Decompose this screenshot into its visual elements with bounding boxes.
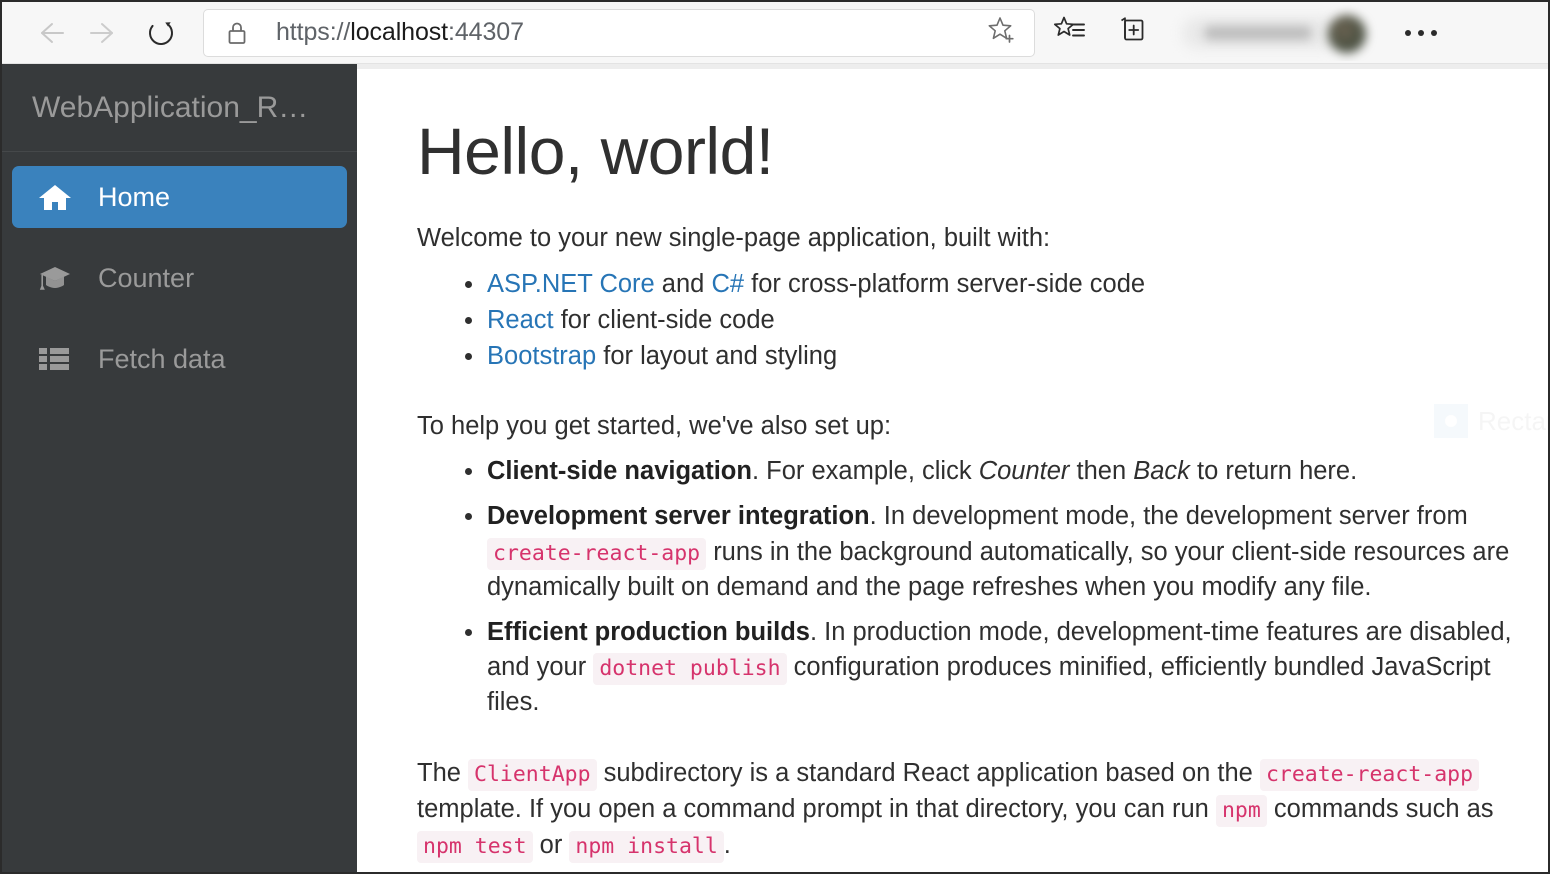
sidebar-item-label: Counter <box>98 263 194 294</box>
home-icon <box>38 182 78 212</box>
more-options-icon <box>1405 30 1411 36</box>
emphasis-counter: Counter <box>979 457 1070 485</box>
features-list: Client-side navigation. For example, cli… <box>417 454 1548 720</box>
reload-button[interactable] <box>138 10 184 56</box>
profile-name-redacted <box>1204 26 1312 40</box>
list-item: Efficient production builds. In producti… <box>487 615 1548 721</box>
more-options-icon <box>1418 30 1424 36</box>
graduation-cap-icon <box>38 264 78 292</box>
code-npm-install: npm install <box>569 831 723 863</box>
add-favorite-star-icon <box>987 15 1017 50</box>
list-item: Development server integration. In devel… <box>487 499 1548 605</box>
lock-icon <box>226 20 252 46</box>
browser-window: https://localhost:44307 <box>0 0 1550 874</box>
sidebar-item-label: Fetch data <box>98 344 226 375</box>
sidebar-brand[interactable]: WebApplication_R… <box>2 64 357 152</box>
sidebar-item-fetch-data[interactable]: Fetch data <box>12 328 347 390</box>
sidebar-item-label: Home <box>98 182 170 213</box>
more-options-button[interactable] <box>1386 10 1456 56</box>
main-content: Hello, world! Welcome to your new single… <box>357 64 1548 872</box>
url-text: https://localhost:44307 <box>276 18 980 47</box>
forward-button[interactable] <box>82 10 128 56</box>
list-item: Bootstrap for layout and styling <box>487 339 1548 374</box>
feature-lead: Development server integration <box>487 502 870 530</box>
text: . In development mode, the development s… <box>870 502 1468 530</box>
sidebar-item-home[interactable]: Home <box>12 166 347 228</box>
list-item: Client-side navigation. For example, cli… <box>487 454 1548 489</box>
favorites-list-icon <box>1053 14 1085 51</box>
link-aspnet-core[interactable]: ASP.NET Core <box>487 270 655 298</box>
text: for layout and styling <box>596 342 837 370</box>
code-create-react-app: create-react-app <box>1260 759 1479 791</box>
feature-lead: Client-side navigation <box>487 457 752 485</box>
text: subdirectory is a standard React applica… <box>597 759 1260 787</box>
code-npm-test: npm test <box>417 831 533 863</box>
code-create-react-app: create-react-app <box>487 538 706 570</box>
profile-chip[interactable] <box>1168 5 1380 61</box>
sidebar-item-counter[interactable]: Counter <box>12 247 347 309</box>
reload-icon <box>145 17 177 49</box>
code-dotnet-publish: dotnet publish <box>593 653 786 685</box>
feature-lead: Efficient production builds <box>487 618 810 646</box>
text: and <box>655 270 712 298</box>
text: to return here. <box>1190 457 1357 485</box>
page-viewport: WebApplication_R… Home <box>2 64 1548 872</box>
url-host: localhost <box>350 18 448 46</box>
sidebar-nav: Home Counter <box>2 152 357 390</box>
favorites-button[interactable] <box>1042 10 1096 56</box>
add-favorite-button[interactable] <box>980 13 1024 53</box>
emphasis-back: Back <box>1133 457 1190 485</box>
collections-icon <box>1115 14 1147 51</box>
setup-intro-paragraph: To help you get started, we've also set … <box>417 408 1548 444</box>
sidebar: WebApplication_R… Home <box>2 64 357 872</box>
intro-paragraph: Welcome to your new single-page applicat… <box>417 220 1548 256</box>
more-options-icon <box>1431 30 1437 36</box>
avatar[interactable] <box>1328 15 1366 53</box>
text: commands such as <box>1267 795 1494 823</box>
page-title: Hello, world! <box>417 117 1548 186</box>
arrow-right-icon <box>88 16 122 50</box>
code-clientapp: ClientApp <box>468 759 597 791</box>
link-react[interactable]: React <box>487 306 554 334</box>
url-port: :44307 <box>448 18 524 46</box>
list-alt-icon <box>38 345 78 373</box>
browser-toolbar: https://localhost:44307 <box>2 2 1548 64</box>
closing-paragraph: The ClientApp subdirectory is a standard… <box>417 755 1548 864</box>
arrow-left-icon <box>32 16 66 50</box>
text: or <box>533 831 570 859</box>
sidebar-brand-label: WebApplication_R… <box>32 91 308 125</box>
text: The <box>417 759 468 787</box>
link-csharp[interactable]: C# <box>711 270 744 298</box>
back-button[interactable] <box>26 10 72 56</box>
url-scheme: https:// <box>276 18 350 46</box>
text: template. If you open a command prompt i… <box>417 795 1216 823</box>
list-item: ASP.NET Core and C# for cross-platform s… <box>487 267 1548 302</box>
code-npm: npm <box>1216 795 1267 827</box>
list-item: React for client-side code <box>487 303 1548 338</box>
collections-button[interactable] <box>1104 10 1158 56</box>
text: . <box>724 831 731 859</box>
address-bar[interactable]: https://localhost:44307 <box>204 10 1034 56</box>
text: . For example, click <box>752 457 979 485</box>
tech-stack-list: ASP.NET Core and C# for cross-platform s… <box>417 267 1548 375</box>
text: for client-side code <box>554 306 775 334</box>
link-bootstrap[interactable]: Bootstrap <box>487 342 596 370</box>
text: then <box>1069 457 1133 485</box>
text: for cross-platform server-side code <box>744 270 1145 298</box>
